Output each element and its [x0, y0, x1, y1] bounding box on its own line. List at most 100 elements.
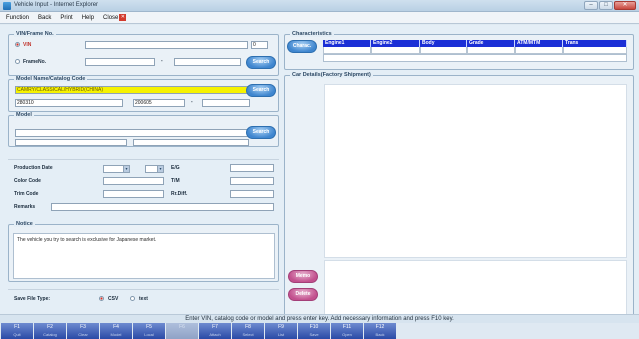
- vin-search-button[interactable]: Search: [246, 56, 276, 69]
- menu-close[interactable]: Close ✕: [103, 13, 127, 22]
- f12-key-sub: Back: [375, 332, 385, 337]
- table-cell: [323, 47, 371, 54]
- menu-function[interactable]: Function: [6, 15, 29, 21]
- model-name-legend: Model Name/Catalog Code: [14, 76, 88, 82]
- tm-input[interactable]: [230, 177, 274, 185]
- tm-label: T/M: [171, 178, 180, 184]
- car-details-memo-area[interactable]: [324, 260, 627, 316]
- catalog-code-input[interactable]: 280310: [15, 99, 123, 107]
- menu-print[interactable]: Print: [60, 15, 72, 21]
- maximize-icon[interactable]: □: [599, 1, 613, 10]
- production-year-select[interactable]: ▾: [103, 165, 130, 173]
- trim-code-input[interactable]: [103, 190, 164, 198]
- csv-label: CSV: [108, 296, 119, 302]
- production-month-select[interactable]: ▾: [145, 165, 164, 173]
- f7-key[interactable]: F7 Attach: [199, 323, 231, 339]
- memo-button[interactable]: Memo: [288, 270, 318, 283]
- menu-help[interactable]: Help: [82, 15, 94, 21]
- frame-label: FrameNo.: [23, 59, 47, 65]
- catalog-search-button[interactable]: Search: [246, 84, 276, 97]
- characteristics-button[interactable]: Charac.: [287, 40, 317, 53]
- f8-key[interactable]: F8 Select: [232, 323, 264, 339]
- save-type-label: Save File Type:: [14, 296, 51, 302]
- vin-frame-legend: VIN/Frame No.: [14, 31, 56, 37]
- model-input[interactable]: [15, 129, 249, 137]
- characteristics-legend: Characteristics: [290, 31, 334, 37]
- vin-label: VIN: [23, 42, 32, 48]
- car-details-list[interactable]: [324, 84, 627, 258]
- notice-legend: Notice: [14, 221, 35, 227]
- catalog-suffix-input[interactable]: [202, 99, 250, 107]
- csv-radio[interactable]: [99, 296, 104, 301]
- main-area: VIN/Frame No. VIN 0 FrameNo. - Search Mo…: [0, 25, 639, 324]
- f6-key: F6: [166, 323, 198, 339]
- window-controls: – □ ✕: [584, 1, 636, 10]
- f12-key[interactable]: F12 Back: [364, 323, 396, 339]
- status-message: Enter VIN, catalog code or model and pre…: [0, 314, 639, 323]
- table-cell: [467, 47, 515, 54]
- text-label: text: [139, 296, 148, 302]
- eg-input[interactable]: [230, 164, 274, 172]
- rr-diff-label: Rr.Diff.: [171, 191, 188, 197]
- f9-key-sub: List: [277, 332, 285, 337]
- frame-serial-input[interactable]: [174, 58, 241, 66]
- f6-key-label: F6: [179, 324, 185, 330]
- f11-key[interactable]: F11 Open: [331, 323, 363, 339]
- model-sub-input-2[interactable]: [133, 139, 249, 146]
- menu-back[interactable]: Back: [38, 15, 51, 21]
- remarks-input[interactable]: [51, 203, 274, 211]
- catalog-dash: -: [191, 99, 193, 105]
- table-cell: [563, 47, 627, 54]
- frame-radio[interactable]: [15, 59, 20, 64]
- f12-key-label: F12: [375, 324, 385, 330]
- column-header: ATM/MTM: [515, 40, 563, 47]
- f3-key[interactable]: F3 Clear: [67, 323, 99, 339]
- f1-key-label: F1: [14, 324, 20, 330]
- divider: [8, 289, 279, 290]
- characteristics-row[interactable]: [323, 47, 627, 54]
- text-radio[interactable]: [130, 296, 135, 301]
- selected-model-field[interactable]: CAMRY/CLASSICAL/HYBRID(CHINA): [15, 86, 249, 94]
- column-header: Grade: [467, 40, 515, 47]
- f7-key-sub: Attach: [209, 332, 221, 337]
- date-code-input[interactable]: 200605: [133, 99, 185, 107]
- f1-key-sub: Quit: [13, 332, 21, 337]
- color-code-input[interactable]: [103, 177, 164, 185]
- car-details-legend: Car Details(Factory Shipment): [290, 72, 373, 78]
- menu-close-label: Close: [103, 15, 119, 22]
- remarks-label: Remarks: [14, 204, 36, 210]
- rr-diff-input[interactable]: [230, 190, 274, 198]
- f9-key[interactable]: F9 List: [265, 323, 297, 339]
- f4-key[interactable]: F4 Model: [100, 323, 132, 339]
- f5-key[interactable]: F5 Local: [133, 323, 165, 339]
- f1-key[interactable]: F1 Quit: [1, 323, 33, 339]
- delete-button[interactable]: Delete: [288, 288, 318, 301]
- color-code-label: Color Code: [14, 178, 41, 184]
- characteristics-panel: Characteristics Charac. Engine1 Engine2 …: [284, 31, 634, 70]
- characteristics-extra-row: [323, 54, 627, 62]
- f2-key[interactable]: F2 Catalog: [34, 323, 66, 339]
- vin-radio[interactable]: [15, 42, 20, 47]
- f11-key-label: F11: [342, 324, 352, 330]
- model-sub-input-1[interactable]: [15, 139, 127, 146]
- column-header: Body: [420, 40, 467, 47]
- minimize-icon[interactable]: –: [584, 1, 598, 10]
- model-legend: Model: [14, 112, 34, 118]
- model-search-button[interactable]: Search: [246, 126, 276, 139]
- window-close-icon[interactable]: ✕: [614, 1, 636, 10]
- characteristics-header: Engine1 Engine2 Body Grade ATM/MTM Trans: [323, 40, 627, 47]
- notice-box: The vehicle you try to search is exclusi…: [13, 233, 275, 279]
- save-type-row: Save File Type: CSV text: [8, 289, 279, 309]
- vin-input[interactable]: [85, 41, 248, 49]
- f3-key-sub: Clear: [78, 332, 88, 337]
- f4-key-sub: Model: [110, 332, 122, 337]
- f10-key[interactable]: F10 Save: [298, 323, 330, 339]
- f10-key-sub: Save: [309, 332, 319, 337]
- column-header: Trans: [563, 40, 627, 47]
- frame-model-input[interactable]: [85, 58, 155, 66]
- f10-key-label: F10: [309, 324, 319, 330]
- divider: [8, 159, 279, 160]
- close-icon[interactable]: ✕: [119, 13, 127, 21]
- f5-key-sub: Local: [144, 332, 154, 337]
- model-name-panel: Model Name/Catalog Code CAMRY/CLASSICAL/…: [8, 76, 279, 112]
